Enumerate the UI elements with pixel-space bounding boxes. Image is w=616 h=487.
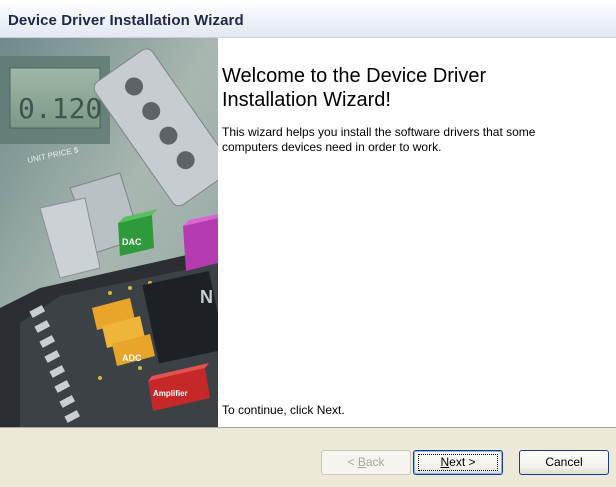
back-button[interactable]: < Back: [321, 450, 411, 475]
title-bar[interactable]: Device Driver Installation Wizard: [0, 0, 616, 38]
cancel-button[interactable]: Cancel: [519, 450, 609, 475]
window-title: Device Driver Installation Wizard: [8, 12, 244, 29]
next-button[interactable]: Next >: [413, 450, 503, 475]
adc-chip-label: ADC: [122, 353, 142, 363]
continue-instruction: To continue, click Next.: [222, 403, 345, 417]
welcome-panel: Welcome to the Device Driver Installatio…: [222, 38, 612, 427]
wizard-content: 0.120 UNIT PRICE $ N DAC ADC Amplifier W…: [0, 38, 616, 427]
amplifier-chip-label: Amplifier: [153, 389, 188, 398]
page-title-line-1: Welcome to the Device Driver: [222, 65, 487, 87]
focus-rectangle: [418, 454, 498, 471]
back-button-prefix: <: [347, 455, 358, 469]
page-title: Welcome to the Device Driver Installatio…: [222, 64, 602, 112]
description-line-1: This wizard helps you install the softwa…: [222, 125, 536, 139]
svg-text:N: N: [200, 287, 213, 307]
meter-reading: 0.120: [18, 92, 102, 125]
back-button-label: ack: [365, 455, 385, 469]
description-line-2: computers devices need in order to work.: [222, 140, 442, 154]
page-title-line-2: Installation Wizard!: [222, 89, 391, 111]
dac-chip-label: DAC: [122, 237, 142, 247]
wizard-description: This wizard helps you install the softwa…: [222, 125, 597, 155]
button-bar: < Back Next > Cancel: [0, 427, 616, 487]
back-button-access-key: B: [357, 455, 366, 469]
wizard-banner-image: 0.120 UNIT PRICE $ N DAC ADC Amplifier: [0, 38, 218, 427]
